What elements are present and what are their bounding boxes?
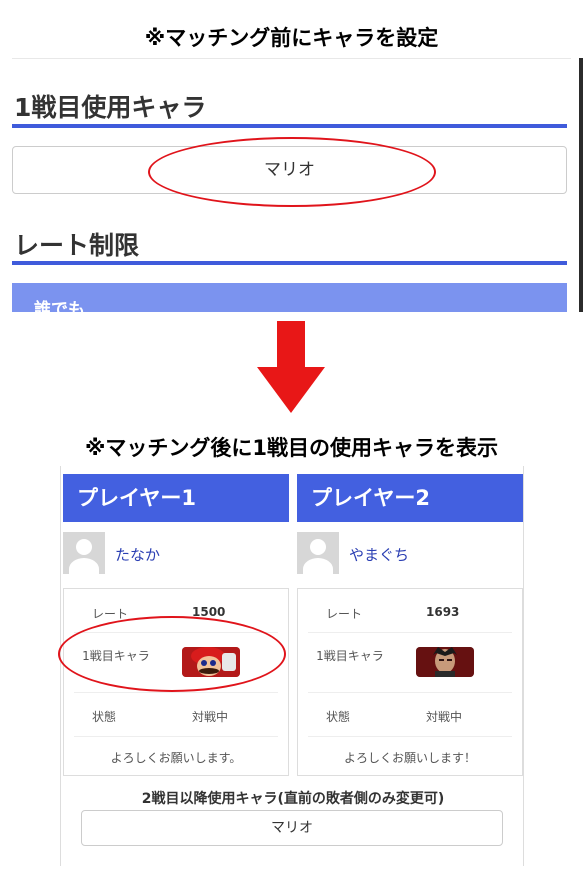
player-header: プレイヤー1 bbox=[63, 474, 289, 522]
later-char-title: 2戦目以降使用キャラ(直前の敗者側のみ変更可) bbox=[141, 791, 445, 807]
highlight-oval-top bbox=[148, 137, 436, 207]
status-value: 対戦中 bbox=[192, 710, 229, 724]
status-label: 状態 bbox=[326, 710, 351, 724]
caption-after: ※マッチング後に1戦目の使用キャラを表示 bbox=[84, 436, 499, 460]
player-card-2: プレイヤー2 やまぐち レート 1693 1戦目キャラ 状態 対戦中 よろしくお… bbox=[297, 474, 523, 776]
char-row: 1戦目キャラ bbox=[308, 633, 512, 693]
status-value: 対戦中 bbox=[426, 710, 463, 724]
player-name-link[interactable]: たなか bbox=[115, 544, 160, 565]
player-header: プレイヤー2 bbox=[297, 474, 523, 522]
scrollbar-edge bbox=[579, 58, 583, 312]
section-underline bbox=[12, 261, 567, 265]
status-label: 状態 bbox=[92, 710, 117, 724]
down-arrow-icon bbox=[257, 321, 325, 413]
player-user: たなか bbox=[63, 532, 289, 582]
player-message: よろしくお願いします！ bbox=[343, 751, 476, 765]
section-underline bbox=[12, 124, 567, 128]
rate-limit-title: レート制限 bbox=[14, 231, 140, 260]
player-user: やまぐち bbox=[297, 532, 523, 582]
status-row: 状態 対戦中 bbox=[74, 693, 278, 737]
player-name-link[interactable]: やまぐち bbox=[349, 544, 409, 565]
avatar bbox=[297, 532, 339, 574]
rate-value: 1693 bbox=[426, 605, 460, 619]
first-char-title: 1戦目使用キャラ bbox=[14, 93, 207, 122]
avatar bbox=[63, 532, 105, 574]
char-label: 1戦目キャラ bbox=[316, 649, 384, 663]
player-message: よろしくお願いします。 bbox=[110, 751, 242, 765]
rate-row: レート 1693 bbox=[308, 589, 512, 633]
caption-before: ※マッチング前にキャラを設定 bbox=[144, 26, 439, 50]
highlight-oval-bottom bbox=[58, 616, 286, 692]
player-info: レート 1693 1戦目キャラ 状態 対戦中 よろしくお願いします！ bbox=[297, 588, 523, 776]
divider bbox=[12, 58, 571, 59]
rate-limit-option[interactable]: 誰でも bbox=[12, 283, 567, 312]
later-char-select[interactable]: マリオ bbox=[81, 810, 503, 846]
kazuya-portrait-icon bbox=[416, 647, 474, 677]
status-row: 状態 対戦中 bbox=[308, 693, 512, 737]
rate-label: レート bbox=[326, 607, 363, 621]
